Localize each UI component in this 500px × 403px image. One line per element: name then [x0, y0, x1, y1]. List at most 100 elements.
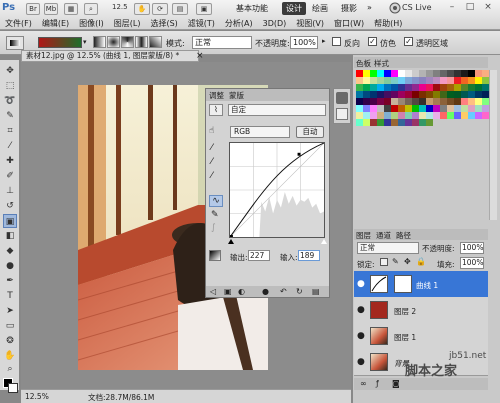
color-swatch[interactable]	[461, 112, 468, 119]
color-swatch[interactable]	[384, 112, 391, 119]
chevron-down-icon[interactable]: ▾	[83, 38, 87, 46]
color-swatch[interactable]	[454, 77, 461, 84]
color-swatch[interactable]	[405, 77, 412, 84]
curves-graph[interactable]	[229, 142, 325, 238]
color-swatch[interactable]	[461, 98, 468, 105]
fill-field[interactable]: 100%	[460, 257, 484, 269]
bridge-icon[interactable]: Br	[26, 3, 40, 15]
clip-to-layer-icon[interactable]: ◐	[238, 287, 245, 296]
color-swatch[interactable]	[419, 77, 426, 84]
color-swatch[interactable]	[447, 70, 454, 77]
color-swatch[interactable]	[454, 84, 461, 91]
layer-style-icon[interactable]: ƒ	[376, 379, 379, 388]
color-swatch[interactable]	[405, 70, 412, 77]
color-swatch[interactable]	[398, 98, 405, 105]
menu-edit[interactable]: 编辑(E)	[37, 17, 74, 30]
color-swatch[interactable]	[363, 98, 370, 105]
color-swatch[interactable]	[482, 70, 489, 77]
color-swatch[interactable]	[461, 77, 468, 84]
swatches-grid[interactable]	[356, 70, 489, 150]
transparency-checkbox[interactable]: ✓	[404, 37, 413, 46]
color-swatch[interactable]	[412, 77, 419, 84]
menu-3d[interactable]: 3D(D)	[258, 17, 292, 30]
color-swatch[interactable]	[370, 84, 377, 91]
color-swatch[interactable]	[384, 91, 391, 98]
color-swatch[interactable]	[447, 77, 454, 84]
color-swatch[interactable]	[482, 112, 489, 119]
color-swatch[interactable]	[370, 77, 377, 84]
adjustments-panel-icon[interactable]	[336, 92, 348, 104]
color-swatch[interactable]	[440, 112, 447, 119]
on-image-adjust-icon[interactable]: ☝	[209, 126, 214, 136]
layer-row-layer1[interactable]: ● 图层 1	[354, 323, 488, 350]
color-swatch[interactable]	[398, 91, 405, 98]
color-swatch[interactable]	[440, 98, 447, 105]
color-swatch[interactable]	[454, 105, 461, 112]
color-swatch[interactable]	[384, 84, 391, 91]
chevron-right-icon[interactable]: ▸	[322, 37, 326, 45]
color-swatch[interactable]	[447, 84, 454, 91]
color-swatch[interactable]	[482, 84, 489, 91]
opacity-field[interactable]: 100%	[290, 36, 318, 49]
curve-edit-icon[interactable]: ∿	[209, 195, 223, 207]
workspace-design[interactable]: 设计	[282, 2, 306, 15]
masks-panel-icon[interactable]	[336, 108, 348, 120]
white-point-eyedropper-icon[interactable]: ⁄	[211, 171, 213, 181]
blur-tool-icon[interactable]: ◆	[3, 244, 17, 258]
color-swatch[interactable]	[419, 70, 426, 77]
color-swatch[interactable]	[419, 98, 426, 105]
color-swatch[interactable]	[398, 112, 405, 119]
color-swatch[interactable]	[482, 77, 489, 84]
color-swatch[interactable]	[468, 112, 475, 119]
clone-stamp-tool-icon[interactable]: ⊥	[3, 184, 17, 198]
color-swatch[interactable]	[398, 105, 405, 112]
color-swatch[interactable]	[384, 70, 391, 77]
tab-channels[interactable]: 通道	[376, 230, 391, 241]
brush-tool-icon[interactable]: ✐	[3, 169, 17, 183]
color-swatch[interactable]	[447, 112, 454, 119]
output-field[interactable]: 227	[248, 250, 270, 261]
reverse-checkbox[interactable]	[332, 37, 341, 46]
color-swatch[interactable]	[447, 105, 454, 112]
color-swatch[interactable]	[482, 98, 489, 105]
menu-help[interactable]: 帮助(H)	[369, 17, 407, 30]
color-swatch[interactable]	[391, 84, 398, 91]
color-swatch[interactable]	[454, 98, 461, 105]
delete-adjustment-icon[interactable]: ▤	[312, 287, 320, 296]
color-swatch[interactable]	[356, 98, 363, 105]
menu-layer[interactable]: 图层(L)	[109, 17, 146, 30]
color-swatch[interactable]	[433, 112, 440, 119]
menu-select[interactable]: 选择(S)	[145, 17, 182, 30]
color-swatch[interactable]	[363, 84, 370, 91]
color-swatch[interactable]	[391, 70, 398, 77]
gradient-tool-icon[interactable]: ▣	[3, 214, 17, 228]
tab-masks[interactable]: 蒙版	[229, 90, 244, 101]
color-swatch[interactable]	[468, 105, 475, 112]
quick-select-tool-icon[interactable]: ✎	[3, 109, 17, 123]
color-swatch[interactable]	[482, 91, 489, 98]
menu-analysis[interactable]: 分析(A)	[220, 17, 258, 30]
color-swatch[interactable]	[377, 98, 384, 105]
color-swatch[interactable]	[391, 105, 398, 112]
gray-point-eyedropper-icon[interactable]: ⁄	[211, 157, 213, 167]
color-swatch[interactable]	[370, 112, 377, 119]
color-swatch[interactable]	[398, 119, 405, 126]
menu-filter[interactable]: 滤镜(T)	[183, 17, 220, 30]
color-swatch[interactable]	[377, 112, 384, 119]
color-swatch[interactable]	[377, 84, 384, 91]
color-swatch[interactable]	[461, 105, 468, 112]
hand-tool-icon[interactable]: ✋	[134, 3, 150, 15]
color-swatch[interactable]	[405, 91, 412, 98]
color-swatch[interactable]	[419, 91, 426, 98]
color-swatch[interactable]	[440, 105, 447, 112]
color-swatch[interactable]	[356, 112, 363, 119]
color-swatch[interactable]	[377, 91, 384, 98]
eye-icon[interactable]: ●	[357, 357, 365, 367]
color-swatch[interactable]	[419, 119, 426, 126]
healing-brush-tool-icon[interactable]: ✚	[3, 154, 17, 168]
menu-view[interactable]: 视图(V)	[291, 17, 329, 30]
pen-tool-icon[interactable]: ✒	[3, 274, 17, 288]
tab-paths[interactable]: 路径	[396, 230, 411, 241]
clipping-icon[interactable]	[209, 250, 221, 261]
color-swatch[interactable]	[370, 91, 377, 98]
